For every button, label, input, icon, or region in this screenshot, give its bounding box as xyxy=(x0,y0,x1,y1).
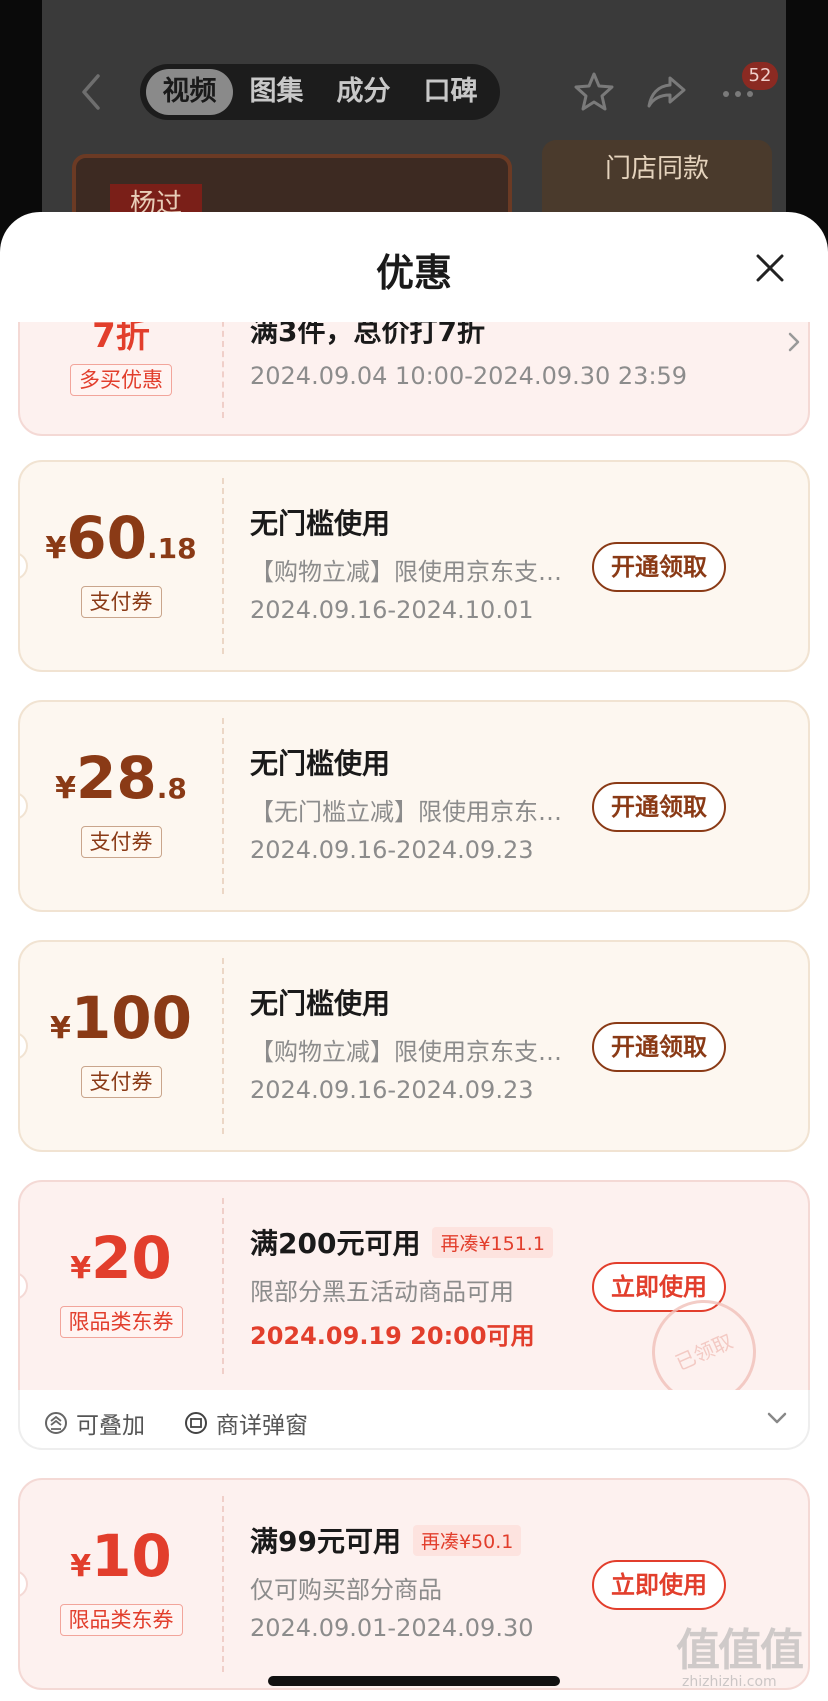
chevron-right-icon[interactable] xyxy=(786,330,802,354)
store-banner-text: 门店同款 xyxy=(604,154,709,184)
coupon-desc: 【无门槛立减】限使用京东支付… xyxy=(250,798,585,826)
coupon-date: 2024.09.16-2024.09.23 xyxy=(250,836,534,864)
activate-claim-button[interactable]: 开通领取 xyxy=(592,782,726,832)
coupon-list: 7折 多买优惠 满3件，总价打7折 2024.09.04 10:00-2024.… xyxy=(0,322,828,1701)
coupon-date: 2024.09.19 20:00可用 xyxy=(250,1322,535,1350)
coupon-tag: 支付券 xyxy=(20,586,222,618)
coupon-amount: ¥60.18 xyxy=(45,504,197,572)
coupon-desc: 【购物立减】限使用京东支付… xyxy=(250,558,585,586)
coupon-title: 满200元可用 再凑¥151.1 xyxy=(250,1222,553,1262)
chevron-down-icon[interactable] xyxy=(766,1410,788,1426)
activate-claim-button[interactable]: 开通领取 xyxy=(592,1022,726,1072)
coupon-tag: 多买优惠 xyxy=(20,364,222,396)
coupon-desc: 【购物立减】限使用京东支付… xyxy=(250,1038,585,1066)
coupon-date: 2024.09.01-2024.09.30 xyxy=(250,1614,534,1642)
coupon-desc: 限部分黑五活动商品可用 xyxy=(250,1278,514,1306)
coupon-divider xyxy=(222,1496,224,1672)
coupon-title-text: 满99元可用 xyxy=(250,1525,401,1558)
gap-badge: 再凑¥50.1 xyxy=(412,1525,522,1556)
coupon-title-text: 满200元可用 xyxy=(250,1227,421,1260)
coupon-amount: 7折 xyxy=(92,322,150,356)
coupon-amount: ¥100 xyxy=(50,984,192,1052)
coupon-tag: 限品类东券 xyxy=(20,1306,222,1338)
coupon-date: 2024.09.16-2024.09.23 xyxy=(250,1076,534,1104)
popup-icon xyxy=(184,1411,208,1435)
coupon-card: ¥20 限品类东券 满200元可用 再凑¥151.1 限部分黑五活动商品可用 20… xyxy=(18,1180,810,1392)
coupon-card: ¥100 支付券 无门槛使用 【购物立减】限使用京东支付… 2024.09.16… xyxy=(18,940,810,1152)
coupon-tag: 支付券 xyxy=(20,826,222,858)
coupon-divider xyxy=(222,322,224,418)
coupon-title: 满99元可用 再凑¥50.1 xyxy=(250,1520,522,1560)
coupon-tag: 限品类东券 xyxy=(20,1604,222,1636)
tab-video[interactable]: 视频 xyxy=(146,69,233,115)
coupon-divider xyxy=(222,958,224,1134)
share-icon[interactable] xyxy=(644,70,688,114)
coupon-amount: ¥28.8 xyxy=(55,744,187,812)
notification-badge: 52 xyxy=(742,62,778,90)
site-watermark-url: zhizhizhi.com xyxy=(682,1674,777,1690)
activate-claim-button[interactable]: 开通领取 xyxy=(592,542,726,592)
back-icon[interactable] xyxy=(76,70,106,114)
star-icon[interactable] xyxy=(572,70,616,114)
popup-item: 商详弹窗 xyxy=(184,1406,308,1440)
coupon-card[interactable]: 7折 多买优惠 满3件，总价打7折 2024.09.04 10:00-2024.… xyxy=(18,322,810,436)
coupon-extras-bar: 可叠加 商详弹窗 xyxy=(18,1390,810,1450)
coupon-title: 无门槛使用 xyxy=(250,747,391,780)
coupon-title: 无门槛使用 xyxy=(250,987,391,1020)
coupon-amount: ¥10 xyxy=(70,1522,172,1590)
tab-gallery[interactable]: 图集 xyxy=(233,69,320,115)
stackable-item: 可叠加 xyxy=(44,1406,145,1440)
coupon-desc: 仅可购买部分商品 xyxy=(250,1576,442,1604)
tab-ingredients[interactable]: 成分 xyxy=(320,69,407,115)
sheet-title: 优惠 xyxy=(375,251,452,295)
close-icon[interactable] xyxy=(752,250,788,286)
gap-badge: 再凑¥151.1 xyxy=(432,1227,553,1258)
popup-label: 商详弹窗 xyxy=(216,1413,308,1439)
coupon-tag: 支付券 xyxy=(20,1066,222,1098)
coupon-title: 无门槛使用 xyxy=(250,507,391,540)
use-now-button[interactable]: 立即使用 xyxy=(592,1560,726,1610)
home-indicator[interactable] xyxy=(268,1676,560,1686)
coupon-divider xyxy=(222,718,224,894)
coupon-divider xyxy=(222,1198,224,1374)
media-tabs: 视频 图集 成分 口碑 xyxy=(140,64,500,120)
tab-reviews[interactable]: 口碑 xyxy=(407,69,494,115)
stackable-label: 可叠加 xyxy=(76,1413,145,1439)
coupon-title: 满3件，总价打7折 xyxy=(250,322,485,348)
coupon-card: ¥28.8 支付券 无门槛使用 【无门槛立减】限使用京东支付… 2024.09.… xyxy=(18,700,810,912)
coupon-card: ¥60.18 支付券 无门槛使用 【购物立减】限使用京东支付… 2024.09.… xyxy=(18,460,810,672)
coupon-divider xyxy=(222,478,224,654)
coupon-amount: ¥20 xyxy=(70,1224,172,1292)
stack-icon xyxy=(44,1411,68,1435)
coupon-date: 2024.09.04 10:00-2024.09.30 23:59 xyxy=(250,362,688,390)
coupon-date: 2024.09.16-2024.10.01 xyxy=(250,596,534,624)
site-watermark: 值值值 xyxy=(676,1625,804,1676)
discount-sheet: 优惠 7折 多买优惠 满3件，总价打7折 2024.09.04 10:00-20… xyxy=(0,212,828,1701)
